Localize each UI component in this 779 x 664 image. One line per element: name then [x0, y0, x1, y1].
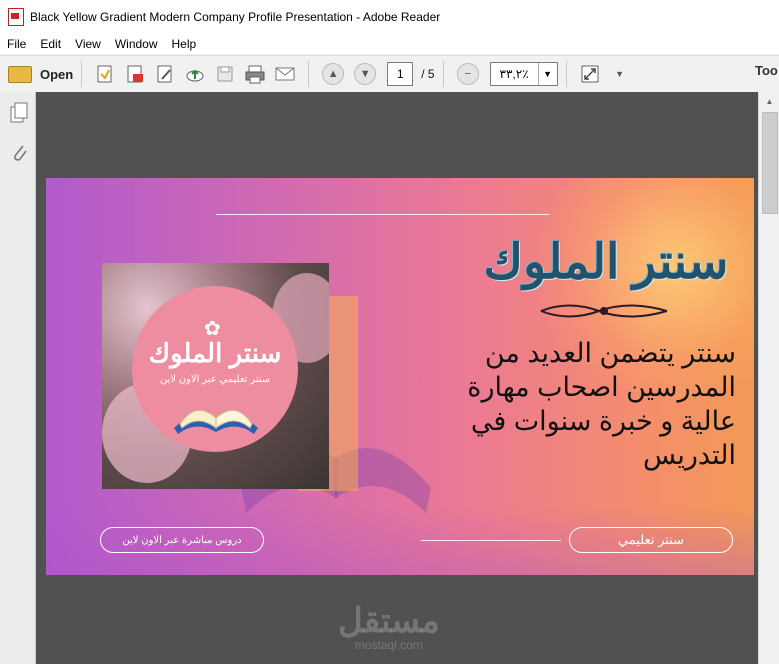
cloud-upload-icon[interactable]: [184, 63, 206, 85]
previous-page-icon[interactable]: ▲: [322, 63, 345, 85]
presentation-slide: ✿ سنتر الملوك سنتر تعليمي عبر الاون لاين…: [46, 178, 754, 575]
zoom-out-icon[interactable]: −: [456, 63, 479, 85]
open-button[interactable]: Open: [8, 60, 73, 88]
menu-file[interactable]: File: [0, 37, 33, 51]
watermark: مستقل mostaql.com: [338, 604, 440, 652]
online-lessons-pill: دروس مباشرة عبر الاون لاين: [100, 527, 264, 553]
page-number-input[interactable]: 1: [387, 62, 414, 86]
email-icon[interactable]: [274, 63, 296, 85]
chevron-down-icon[interactable]: ▼: [537, 63, 557, 85]
slide-title: سنتر الملوك: [483, 236, 729, 289]
logo-subtitle: سنتر تعليمي عبر الاون لاين: [159, 374, 271, 385]
toolbar-divider: [442, 61, 444, 87]
menu-window[interactable]: Window: [108, 37, 165, 51]
navigation-pane: [0, 92, 36, 664]
attachments-icon[interactable]: [9, 142, 29, 169]
menu-edit[interactable]: Edit: [33, 37, 68, 51]
window-title: Black Yellow Gradient Modern Company Pro…: [30, 10, 441, 24]
toolbar-divider: [81, 61, 83, 87]
logo-circle: ✿ سنتر الملوك سنتر تعليمي عبر الاون لاين: [132, 286, 298, 452]
folder-icon: [8, 65, 32, 83]
pdf-app-icon: [8, 8, 24, 26]
full-screen-icon[interactable]: [579, 63, 601, 85]
watermark-arabic: مستقل: [338, 602, 440, 640]
zoom-select[interactable]: ٣٣,٢٪ ▼: [489, 62, 558, 86]
toolbar: Open ▲ ▼ 1 / 5 − ٣٣,٢٪ ▼ ▼: [0, 55, 779, 93]
tools-pane-button[interactable]: Too: [755, 63, 778, 78]
watermark-latin: mostaql.com: [354, 638, 423, 652]
page-thumbnails-icon[interactable]: [9, 102, 29, 129]
next-page-icon[interactable]: ▼: [354, 63, 377, 85]
menu-view[interactable]: View: [68, 37, 108, 51]
educational-center-pill: سنتر تعليمي: [569, 527, 733, 553]
title-bar: Black Yellow Gradient Modern Company Pro…: [0, 0, 779, 34]
zoom-value: ٣٣,٢٪: [499, 67, 529, 81]
slide-body-text: سنتر يتضمن العديد من المدرسين اصحاب مهار…: [467, 338, 736, 470]
book-icon: [174, 409, 258, 434]
menu-help[interactable]: Help: [165, 37, 204, 51]
logo-title: سنتر الملوك: [148, 338, 282, 368]
toolbar-divider: [565, 61, 567, 87]
save-icon[interactable]: [214, 63, 236, 85]
export-pdf-icon[interactable]: [124, 63, 146, 85]
menu-bar: File Edit View Window Help: [0, 34, 779, 54]
ornament-divider: [540, 304, 668, 318]
logo-photo: ✿ سنتر الملوك سنتر تعليمي عبر الاون لاين: [102, 263, 329, 489]
print-icon[interactable]: [244, 63, 266, 85]
create-pdf-icon[interactable]: [94, 63, 116, 85]
edit-pdf-icon[interactable]: [154, 63, 176, 85]
scrollbar-thumb[interactable]: [762, 112, 778, 214]
top-divider-line: [216, 214, 549, 215]
scroll-up-icon[interactable]: ▲: [759, 92, 779, 110]
bottom-divider-line: [421, 540, 561, 541]
toolbar-options-icon[interactable]: ▼: [609, 63, 631, 85]
page-total: / 5: [421, 67, 435, 81]
vertical-scrollbar[interactable]: ▲: [758, 92, 779, 664]
open-label: Open: [40, 66, 74, 82]
toolbar-divider: [308, 61, 310, 87]
